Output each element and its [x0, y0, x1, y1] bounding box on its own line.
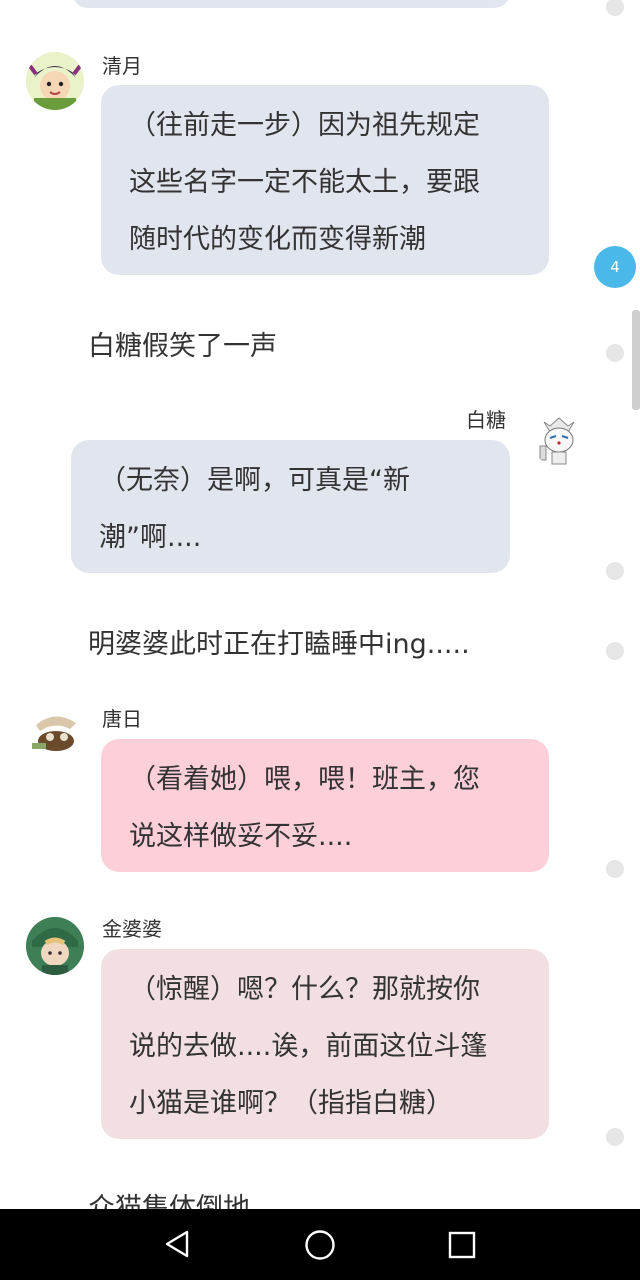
avatar[interactable] — [26, 703, 84, 761]
message-marker — [606, 1128, 624, 1146]
avatar[interactable] — [530, 408, 588, 466]
back-icon[interactable] — [162, 1229, 192, 1259]
speaker-name: 金婆婆 — [102, 917, 162, 941]
speaker-name: 唐日 — [102, 707, 142, 731]
message-marker — [606, 642, 624, 660]
message-marker — [606, 562, 624, 580]
message-marker — [606, 344, 624, 362]
message-bubble[interactable]: （惊醒）嗯？什么？那就按你 说的去做....诶，前面这位斗篷 小猫是谁啊？（指指… — [101, 949, 549, 1139]
message-marker — [606, 0, 624, 16]
message-bubble[interactable]: （看着她）喂，喂！班主，您 说这样做妥不妥.... — [101, 739, 549, 872]
narration-text: 明婆婆此时正在打瞌睡中ing..... — [88, 629, 470, 660]
previous-message-bubble — [72, 0, 510, 8]
recents-icon[interactable] — [448, 1231, 476, 1259]
unread-badge[interactable]: 4 — [594, 246, 636, 288]
message-bubble[interactable]: （往前走一步）因为祖先规定 这些名字一定不能太土，要跟 随时代的变化而变得新潮 — [101, 85, 549, 275]
avatar[interactable] — [26, 52, 84, 110]
unread-count: 4 — [610, 258, 620, 276]
scrollbar[interactable] — [632, 310, 640, 410]
message-marker — [606, 860, 624, 878]
speaker-name: 白糖 — [466, 408, 506, 432]
narration-text: 白糖假笑了一声 — [88, 331, 277, 362]
home-icon[interactable] — [304, 1229, 336, 1261]
navigation-bar — [0, 1209, 640, 1280]
avatar[interactable] — [26, 917, 84, 975]
message-bubble[interactable]: （无奈）是啊，可真是“新 潮”啊.... — [71, 440, 510, 573]
speaker-name: 清月 — [102, 54, 142, 78]
